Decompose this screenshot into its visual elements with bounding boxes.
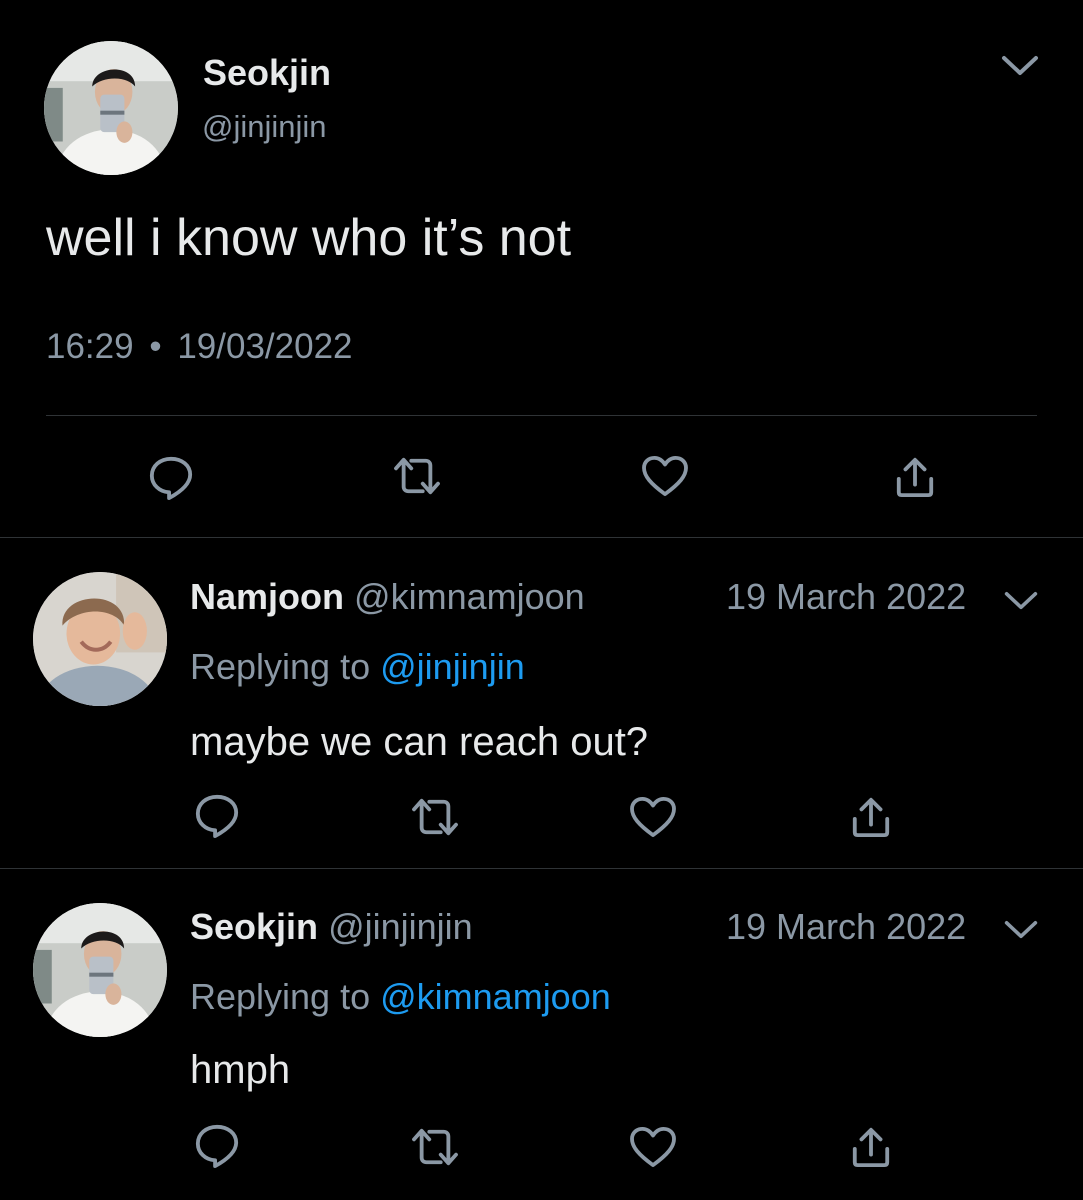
reply-text: maybe we can reach out? — [190, 720, 649, 764]
tweet-timestamp: 16:29 • 19/03/2022 — [46, 326, 353, 368]
reply-header: Namjoon @kimnamjoon — [190, 576, 585, 618]
replying-to-label: Replying to — [190, 646, 371, 687]
reply-icon[interactable] — [148, 454, 194, 500]
reply-text: hmph — [190, 1048, 291, 1092]
separator-dot: • — [149, 327, 162, 366]
author-handle[interactable]: @jinjinjin — [328, 906, 473, 947]
divider — [0, 537, 1083, 538]
author-name[interactable]: Namjoon — [190, 576, 344, 617]
divider — [0, 868, 1083, 869]
author-handle[interactable]: @kimnamjoon — [354, 576, 585, 617]
like-icon[interactable] — [629, 1126, 677, 1168]
avatar[interactable] — [33, 572, 167, 706]
avatar[interactable] — [44, 41, 178, 175]
avatar[interactable] — [33, 903, 167, 1037]
chevron-down-icon[interactable] — [1003, 590, 1039, 612]
retweet-icon[interactable] — [410, 796, 460, 838]
profile-photo-namjoon — [33, 572, 167, 706]
profile-photo-seokjin — [33, 903, 167, 1037]
replying-to-link[interactable]: @jinjinjin — [380, 646, 525, 687]
retweet-icon[interactable] — [392, 455, 442, 497]
replying-to-label: Replying to — [190, 976, 371, 1017]
reply-icon[interactable] — [194, 1122, 240, 1168]
share-icon[interactable] — [850, 1126, 892, 1168]
reply-header: Seokjin @jinjinjin — [190, 906, 473, 948]
chevron-down-icon[interactable] — [1003, 919, 1039, 941]
divider — [46, 415, 1037, 416]
author-name[interactable]: Seokjin — [190, 906, 318, 947]
chevron-down-icon[interactable] — [1000, 54, 1040, 78]
replying-to-link[interactable]: @kimnamjoon — [380, 976, 611, 1017]
reply-date[interactable]: 19 March 2022 — [726, 906, 966, 948]
retweet-icon[interactable] — [410, 1126, 460, 1168]
author-name[interactable]: Seokjin — [203, 52, 331, 94]
share-icon[interactable] — [850, 796, 892, 838]
profile-photo-seokjin — [44, 41, 178, 175]
tweet-date: 19/03/2022 — [177, 327, 353, 366]
tweet-time: 16:29 — [46, 327, 134, 366]
tweet-text: well i know who it’s not — [46, 209, 572, 267]
like-icon[interactable] — [629, 796, 677, 838]
replying-to: Replying to @jinjinjin — [190, 646, 525, 688]
replying-to: Replying to @kimnamjoon — [190, 976, 611, 1018]
author-handle[interactable]: @jinjinjin — [202, 108, 327, 146]
reply-date[interactable]: 19 March 2022 — [726, 576, 966, 618]
share-icon[interactable] — [894, 456, 936, 498]
like-icon[interactable] — [641, 455, 689, 497]
reply-icon[interactable] — [194, 792, 240, 838]
